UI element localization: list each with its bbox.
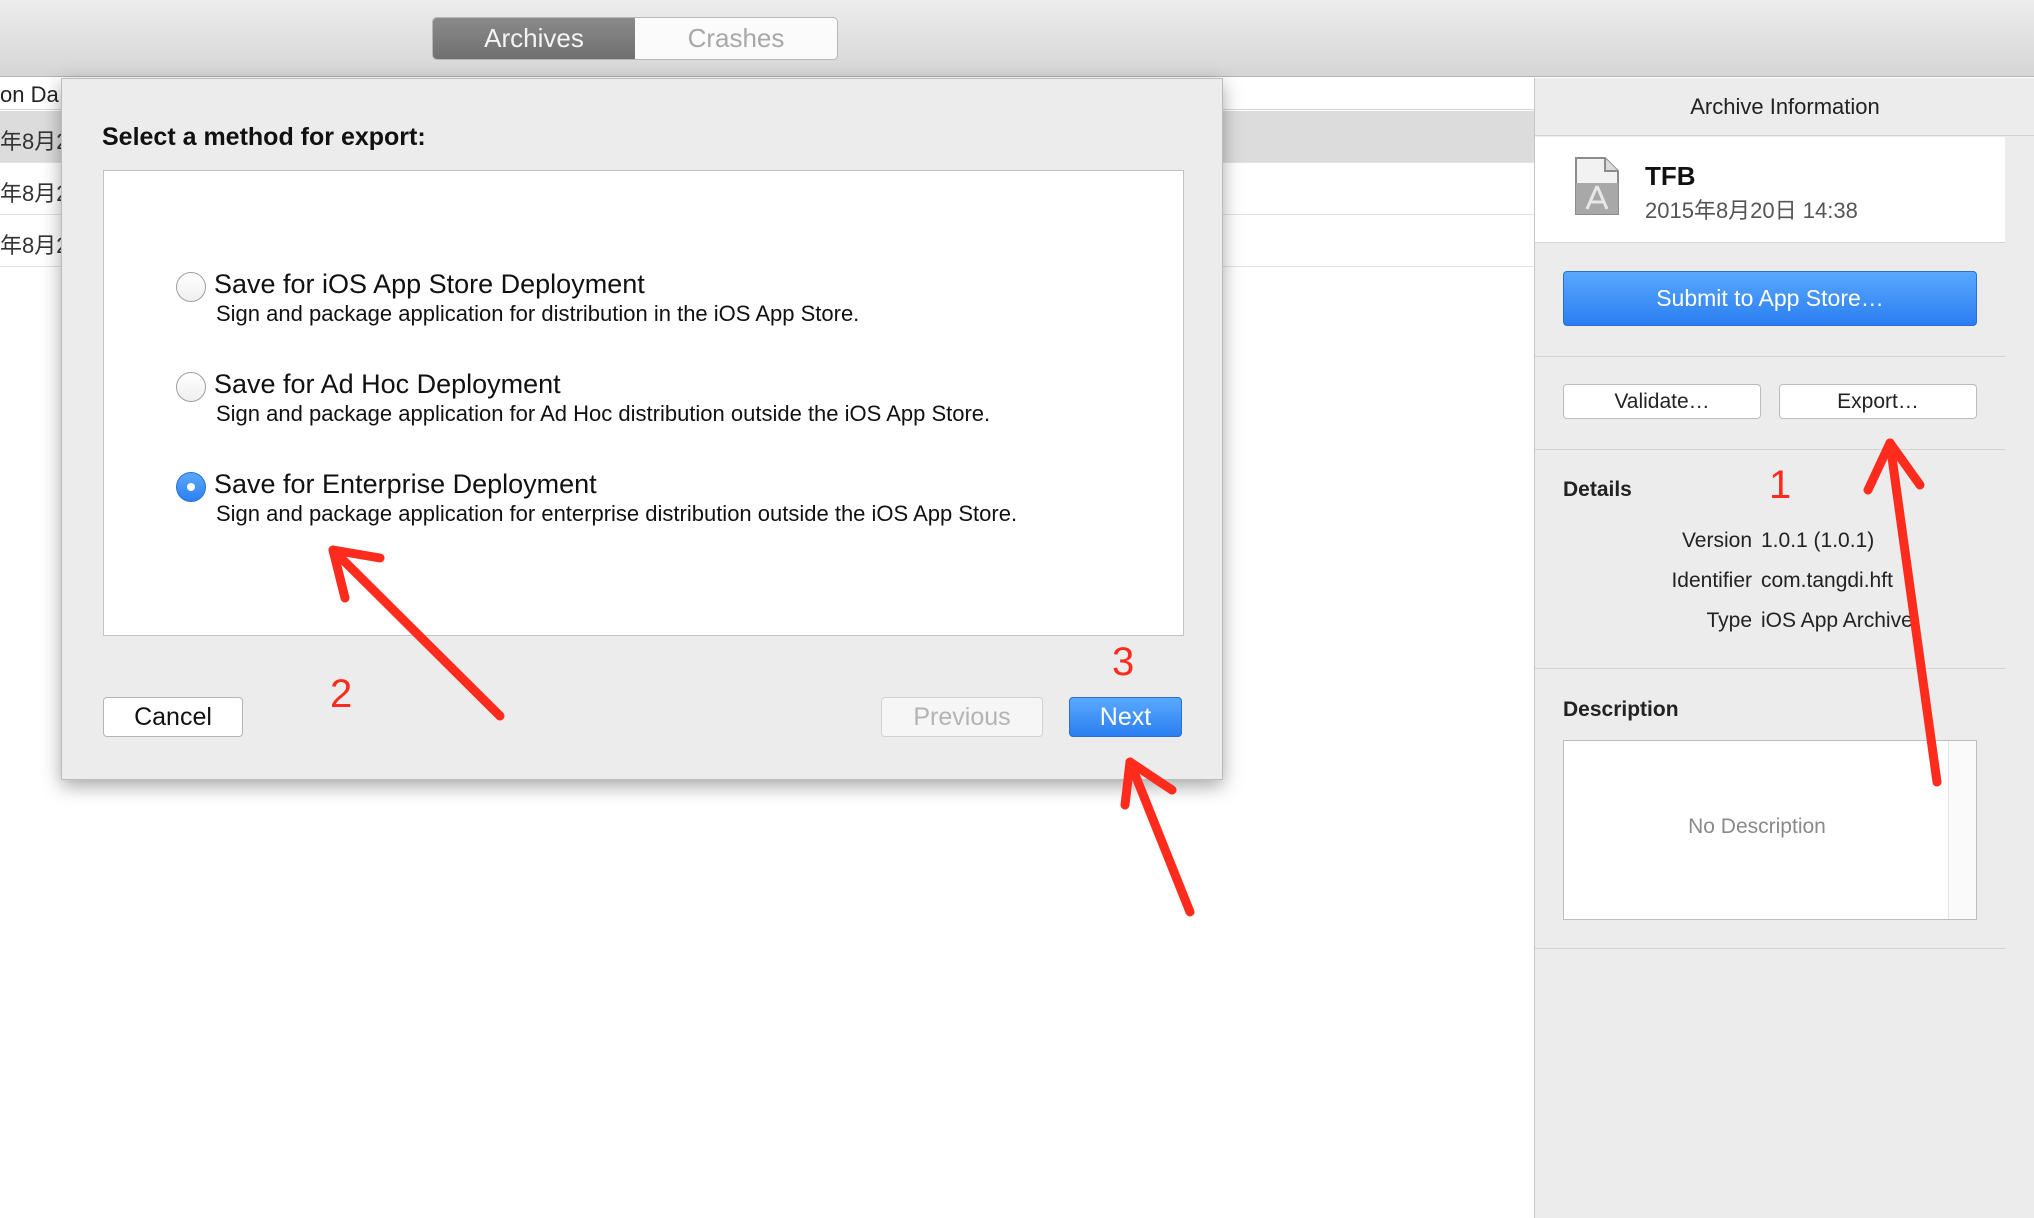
radio-button[interactable] — [176, 372, 206, 402]
submit-to-app-store-button[interactable]: Submit to App Store… — [1563, 271, 1977, 326]
description-placeholder: No Description — [1688, 815, 1826, 838]
list-item-date: 年8月2 — [0, 181, 69, 206]
description-field[interactable]: No Description — [1563, 740, 1977, 920]
cancel-button[interactable]: Cancel — [103, 697, 243, 737]
description-heading: Description — [1563, 698, 1679, 721]
window-toolbar: Archives Crashes — [0, 0, 2034, 77]
export-options-box: Save for iOS App Store Deployment Sign a… — [103, 170, 1184, 636]
option-title: Save for Ad Hoc Deployment — [214, 369, 561, 399]
divider — [1535, 356, 2005, 357]
sheet-title: Select a method for export: — [102, 123, 426, 151]
details-heading: Details — [1563, 478, 1632, 501]
archive-summary: TFB 2015年8月20日 14:38 — [1535, 137, 2005, 243]
previous-button[interactable]: Previous — [881, 697, 1043, 737]
option-title: Save for Enterprise Deployment — [214, 469, 597, 499]
detail-value-identifier: com.tangdi.hft — [1761, 569, 1893, 592]
inspector-title: Archive Information — [1535, 78, 2034, 136]
option-description: Sign and package application for enterpr… — [216, 501, 1018, 526]
divider — [1535, 948, 2005, 949]
divider — [1535, 449, 2005, 450]
export-method-sheet: Select a method for export: Save for iOS… — [61, 78, 1223, 780]
divider — [1535, 668, 2005, 669]
detail-value-type: iOS App Archive — [1761, 609, 1913, 632]
tab-crashes[interactable]: Crashes — [635, 18, 837, 59]
column-header-label: on Da — [0, 82, 59, 107]
app-archive-icon — [1575, 157, 1619, 215]
validate-button[interactable]: Validate… — [1563, 384, 1761, 419]
next-button[interactable]: Next — [1069, 697, 1182, 737]
annotation-step-3: 3 — [1112, 640, 1135, 684]
export-button[interactable]: Export… — [1779, 384, 1977, 419]
tab-archives[interactable]: Archives — [433, 18, 635, 59]
detail-value-version: 1.0.1 (1.0.1) — [1761, 529, 1875, 552]
radio-button-selected[interactable] — [176, 472, 206, 502]
annotation-step-1: 1 — [1769, 463, 1792, 507]
option-title: Save for iOS App Store Deployment — [214, 269, 645, 299]
list-item-date: 年8月2 — [0, 233, 69, 258]
detail-key-version: Version — [1681, 529, 1752, 552]
option-description: Sign and package application for distrib… — [216, 301, 860, 326]
archive-date: 2015年8月20日 14:38 — [1645, 198, 1858, 223]
annotation-step-2: 2 — [330, 672, 353, 716]
radio-button[interactable] — [176, 272, 206, 302]
archives-crashes-segmented-control[interactable]: Archives Crashes — [432, 17, 838, 60]
list-item-date: 年8月2 — [0, 129, 69, 154]
app-name: TFB — [1645, 161, 1696, 191]
option-description: Sign and package application for Ad Hoc … — [216, 401, 991, 426]
archive-inspector: Archive Information TFB 2015年8月20日 14:38… — [1534, 78, 2034, 1218]
description-scrollbar[interactable] — [1948, 741, 1976, 919]
detail-key-identifier: Identifier — [1671, 569, 1752, 592]
detail-key-type: Type — [1706, 609, 1752, 632]
